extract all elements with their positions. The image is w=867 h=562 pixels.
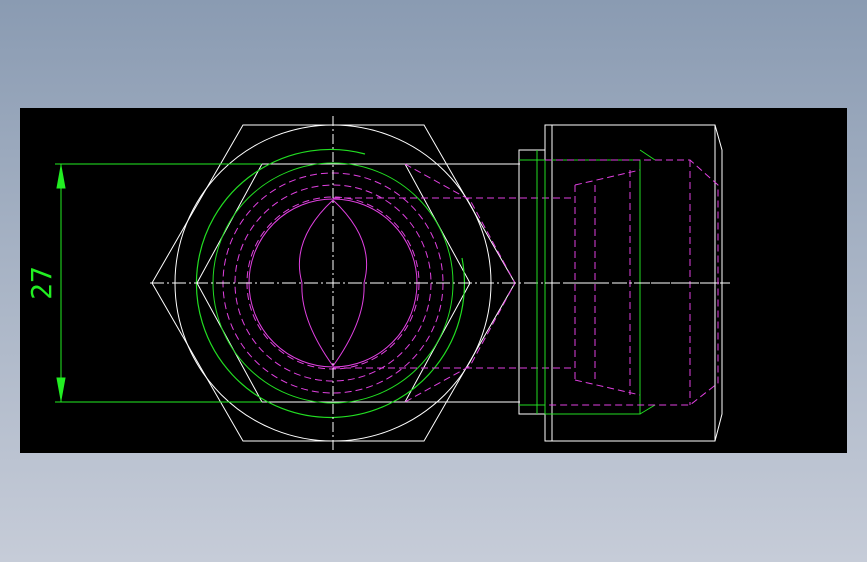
- arrow-bottom: [56, 377, 66, 401]
- cad-drawing: 27: [25, 116, 730, 452]
- side-thread-diag-top: [639, 149, 656, 161]
- flange: [518, 149, 546, 415]
- dimension-text: 27: [25, 266, 58, 300]
- side-view: [518, 124, 730, 442]
- arrow-top: [56, 165, 66, 189]
- side-thread-diag-bottom: [639, 404, 656, 415]
